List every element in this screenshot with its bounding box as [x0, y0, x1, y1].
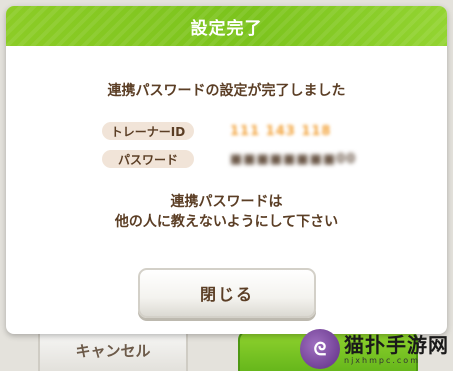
close-button[interactable]: 閉じる — [138, 268, 316, 318]
warning-note: 連携パスワードは 他の人に教えないようにして下さい — [6, 192, 447, 232]
dialog-header: 設定完了 — [6, 6, 447, 46]
trainer-id-value: 111 143 118 — [230, 123, 332, 139]
trainer-id-label: トレーナーID — [102, 122, 194, 140]
password-label: パスワード — [102, 150, 194, 168]
watermark-url: njxhmpc.com — [344, 355, 420, 365]
settings-complete-dialog: 設定完了 連携パスワードの設定が完了しました トレーナーID 111 143 1… — [6, 6, 447, 334]
warning-note-line2: 他の人に教えないようにして下さい — [114, 214, 339, 230]
watermark: ᘓ 猫扑手游网 njxhmpc.com — [300, 329, 449, 369]
trainer-id-row: トレーナーID 111 143 118 — [102, 121, 331, 141]
dialog-title: 設定完了 — [190, 18, 263, 39]
watermark-logo-icon: ᘓ — [300, 329, 340, 369]
background-cancel-label: キャンセル — [75, 342, 151, 360]
warning-note-line1: 連携パスワードは — [170, 194, 283, 210]
watermark-text: 猫扑手游网 — [344, 332, 449, 357]
completion-message: 連携パスワードの設定が完了しました — [107, 83, 346, 99]
password-row: パスワード ■■■■■■■■00 — [102, 149, 356, 169]
password-value: ■■■■■■■■00 — [230, 151, 357, 167]
